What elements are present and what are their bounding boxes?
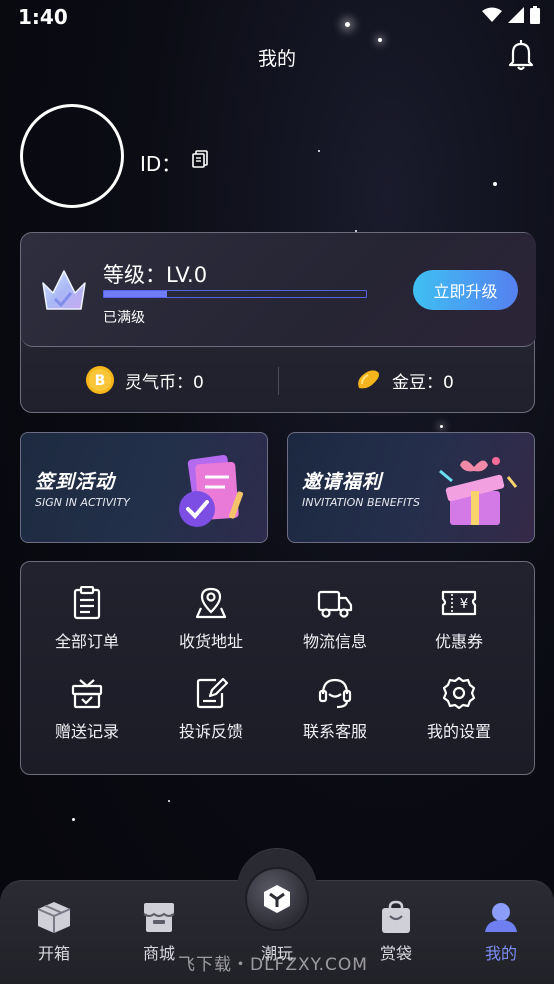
bell-icon[interactable] [504, 38, 538, 72]
svg-text:B: B [95, 373, 106, 389]
menu-my-settings[interactable]: 我的设置 [397, 676, 521, 756]
promo-subtitle: INVITATION BENEFITS [302, 496, 420, 509]
star [318, 150, 320, 152]
settings-gear-icon [442, 676, 476, 710]
bitcoin-coin-icon: B [86, 366, 114, 394]
nav-open-box[interactable]: 开箱 [19, 900, 89, 964]
location-pin-icon [195, 587, 227, 619]
copy-icon[interactable] [192, 150, 210, 168]
battery-icon [530, 6, 540, 24]
status-time: 1:40 [18, 5, 68, 29]
nav-mine[interactable]: 我的 [466, 900, 536, 964]
gift-icon [71, 679, 103, 709]
menu-label: 联系客服 [302, 722, 367, 741]
gold-bean-icon [358, 370, 379, 389]
gold-bean-label: 金豆：0 [392, 372, 454, 393]
level-progress-bar [103, 290, 367, 298]
status-icons [482, 6, 540, 24]
menu-label: 全部订单 [54, 632, 119, 651]
menu-label: 收货地址 [178, 632, 243, 651]
spirit-coin-balance[interactable]: B 灵气币：0 [85, 347, 204, 413]
spirit-coin-label: 灵气币：0 [125, 372, 204, 393]
menu-contact-service[interactable]: 联系客服 [273, 676, 397, 756]
menu-complaint-feedback[interactable]: 投诉反馈 [149, 676, 273, 756]
star [378, 38, 382, 42]
divider [278, 367, 279, 395]
wifi-icon [482, 7, 502, 22]
nav-label: 开箱 [37, 944, 70, 963]
upgrade-button[interactable]: 立即升级 [413, 270, 518, 310]
promo-title: 签到活动 [35, 471, 116, 493]
menu-label: 投诉反馈 [178, 722, 243, 741]
svg-text:¥: ¥ [460, 597, 468, 612]
watermark: 飞下载・DLFZXY.COM [178, 955, 368, 975]
avatar[interactable] [20, 104, 124, 208]
level-text: 等级：LV.0 [103, 263, 208, 287]
star [440, 425, 443, 428]
shop-icon [143, 903, 175, 932]
user-id-label: ID： [140, 152, 182, 176]
page-title: 我的 [257, 48, 296, 70]
nav-label: 赏袋 [379, 944, 412, 963]
feedback-edit-icon [196, 677, 228, 709]
star [493, 182, 497, 186]
user-icon [485, 903, 517, 932]
sign-in-calendar-icon [179, 455, 244, 527]
sign-in-activity-banner[interactable]: 签到活动 SIGN IN ACTIVITY [20, 432, 268, 543]
crown-icon [42, 270, 86, 310]
menu-logistics-info[interactable]: 物流信息 [273, 586, 397, 666]
bag-icon [382, 900, 410, 933]
nav-reward-bag[interactable]: 赏袋 [361, 900, 431, 964]
menu-gift-records[interactable]: 赠送记录 [25, 676, 149, 756]
menu-coupons[interactable]: ¥ 优惠券 [397, 586, 521, 666]
box-icon [37, 902, 71, 933]
promo-title: 邀请福利 [302, 471, 383, 493]
star [168, 800, 170, 802]
nav-label: 我的 [484, 944, 517, 963]
star [72, 818, 75, 821]
order-list-icon [73, 586, 101, 620]
menu-label: 优惠券 [434, 632, 483, 651]
gold-bean-balance[interactable]: 金豆：0 [354, 347, 454, 413]
nav-spacer [259, 900, 295, 934]
coupon-icon: ¥ [441, 590, 477, 616]
level-status: 已满级 [103, 310, 145, 326]
service-menu: 全部订单 收货地址 物流信息 ¥ 优惠券 赠送记录 投诉反馈 联系客服 我的设置 [20, 561, 535, 775]
headset-icon [318, 678, 352, 709]
level-section: 等级：LV.0 已满级 立即升级 [21, 233, 536, 347]
status-bar: 1:40 [0, 0, 554, 34]
menu-label: 物流信息 [302, 632, 367, 651]
menu-all-orders[interactable]: 全部订单 [25, 586, 149, 666]
signal-icon [508, 7, 524, 23]
level-card: 等级：LV.0 已满级 立即升级 B 灵气币：0 金豆：0 [20, 232, 536, 413]
menu-shipping-address[interactable]: 收货地址 [149, 586, 273, 666]
level-progress-fill [104, 291, 167, 297]
menu-label: 我的设置 [426, 722, 491, 741]
menu-label: 赠送记录 [54, 722, 119, 741]
invitation-benefits-banner[interactable]: 邀请福利 INVITATION BENEFITS [287, 432, 535, 543]
currency-row: B 灵气币：0 金豆：0 [21, 347, 536, 413]
gift-box-icon [439, 457, 518, 525]
promo-subtitle: SIGN IN ACTIVITY [35, 496, 130, 509]
truck-icon [317, 590, 353, 618]
